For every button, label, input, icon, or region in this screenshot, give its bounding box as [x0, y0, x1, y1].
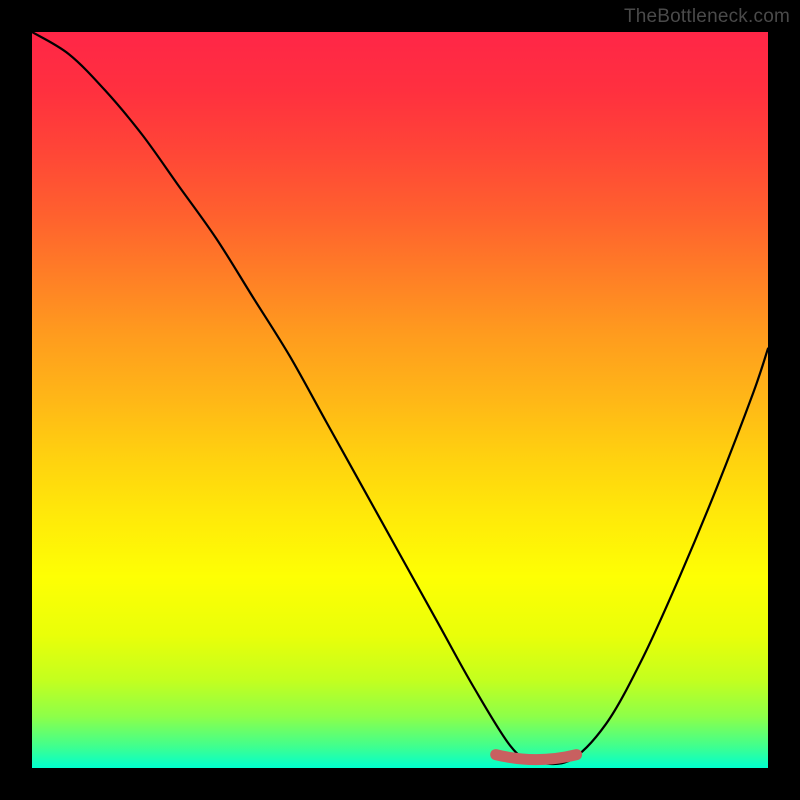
chart-container: TheBottleneck.com [0, 0, 800, 800]
watermark-text: TheBottleneck.com [624, 6, 790, 28]
plot-area [32, 32, 768, 768]
optimal-range-marker [32, 32, 768, 768]
